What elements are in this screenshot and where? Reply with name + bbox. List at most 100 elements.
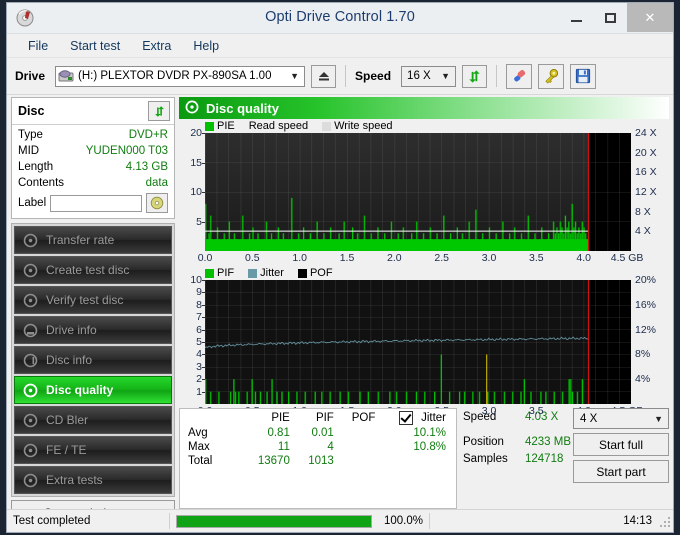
cell-pif: 1013: [308, 455, 334, 467]
y-axis-tick-right: 8 X: [635, 205, 651, 218]
y-axis-tick-left: 5: [196, 215, 202, 228]
test-controls: 4 X ▼ Start full Start part: [573, 408, 669, 509]
sidebar-item-label: Drive info: [46, 323, 97, 337]
pif-chart-legend: PIF Jitter POF: [179, 266, 669, 280]
column-header-jitter: Jitter: [421, 412, 446, 425]
legend-swatch: [205, 121, 214, 131]
sidebar-item-verify-test-disc[interactable]: Verify test disc: [14, 286, 172, 314]
y-axis-tick-right: 4%: [635, 373, 651, 386]
menu-item-start-test[interactable]: Start test: [59, 39, 131, 53]
refresh-button[interactable]: [462, 64, 488, 88]
x-axis-tick: 1.0: [292, 252, 307, 264]
speed-value: 16 X: [407, 70, 431, 82]
disc-icon: [23, 233, 38, 248]
sidebar-item-cd-bler[interactable]: CD Bler: [14, 406, 172, 434]
row-value: 4.13 GB: [125, 161, 168, 173]
menu-item-file[interactable]: File: [17, 39, 59, 53]
column-header-pie: PIE: [271, 412, 290, 424]
progress-bar: [176, 514, 372, 528]
progress-cell: [170, 510, 378, 532]
status-bar: Test completed 100.0% 14:13: [7, 509, 673, 532]
info-key: Speed: [463, 410, 497, 423]
disc-label-row: Label: [18, 192, 168, 214]
label-input[interactable]: [50, 194, 143, 212]
start-part-button[interactable]: Start part: [573, 460, 669, 483]
disc-quality-icon: [185, 100, 199, 117]
sidebar-item-disc-quality[interactable]: Disc quality: [14, 376, 172, 404]
sidebar-item-create-test-disc[interactable]: Create test disc: [14, 256, 172, 284]
sidebar-item-label: Transfer rate: [46, 233, 115, 247]
jitter-checkbox[interactable]: [398, 411, 413, 425]
pie-plot-area: [205, 133, 631, 251]
disc-info-icon: [23, 353, 38, 368]
sidebar-item-label: CD Bler: [46, 413, 89, 427]
start-full-button[interactable]: Start full: [573, 433, 669, 456]
disc-label-button[interactable]: [145, 193, 168, 213]
disc-quality-header: Disc quality: [179, 97, 669, 119]
sidebar-item-transfer-rate[interactable]: Transfer rate: [14, 226, 172, 254]
disc-refresh-button[interactable]: [148, 101, 170, 121]
legend-label: PIE: [217, 120, 235, 132]
info-key: Samples: [463, 452, 508, 465]
info-row-samples: Samples 124718: [463, 450, 573, 467]
close-button[interactable]: ✕: [627, 3, 673, 32]
info-value: 4.03 X: [525, 410, 559, 423]
sidebar-item-label: Disc info: [46, 353, 93, 367]
status-message: Test completed: [13, 515, 91, 527]
right-column: Disc quality PIE Read speed Write speed: [177, 95, 673, 509]
x-axis-tick: 1.5: [339, 252, 355, 264]
test-speed-select[interactable]: 4 X ▼: [573, 408, 669, 429]
sidebar-item-fe-te[interactable]: FE / TE: [14, 436, 172, 464]
legend-item-read-speed: Read speed: [249, 120, 308, 132]
test-speed-value: 4 X: [580, 412, 598, 425]
menu-bar: File Start test Extra Help: [7, 34, 673, 58]
y-axis-tick-right: 12%: [635, 323, 657, 336]
statistics-table: PIE PIF POF Jitter Avg 0.81 0.01 10.1% M…: [180, 409, 456, 468]
disc-write-icon: [23, 263, 38, 278]
maximize-button[interactable]: [593, 3, 627, 32]
x-axis-tick: 4.5 GB: [610, 252, 644, 264]
row-key: MID: [18, 145, 40, 157]
drive-select[interactable]: (H:) PLEXTOR DVDR PX-890SA 1.00 ▼: [55, 65, 306, 87]
row-key: Contents: [18, 177, 65, 189]
y-axis-tick-left: 1: [196, 385, 202, 398]
row-label: Max: [188, 441, 210, 453]
cd-icon: [150, 196, 164, 210]
key-button[interactable]: [538, 63, 565, 89]
eject-icon: [318, 72, 329, 81]
legend-label: Jitter: [260, 267, 284, 279]
x-axis-tick: 4.0: [576, 252, 591, 264]
minimize-button[interactable]: [559, 3, 593, 32]
sidebar-item-drive-info[interactable]: Drive info: [14, 316, 172, 344]
status-time: 14:13: [623, 515, 652, 527]
y-axis-tick-left: 5: [196, 336, 202, 348]
disc-row-length: Length 4.13 GB: [18, 159, 168, 175]
label-key: Label: [18, 197, 47, 209]
eraser-icon: [513, 69, 525, 82]
window-controls: ✕: [559, 3, 673, 32]
y-axis-tick-left: 9: [196, 286, 202, 299]
resize-grip[interactable]: [658, 515, 670, 527]
eraser-button[interactable]: [506, 63, 533, 89]
chevron-down-icon: ▼: [441, 71, 451, 81]
menu-item-extra[interactable]: Extra: [131, 39, 182, 53]
cell-jitter: 10.1%: [413, 427, 446, 439]
cell-pie: 13670: [257, 455, 290, 467]
table-header-row: PIE PIF POF Jitter: [180, 409, 456, 426]
speed-select[interactable]: 16 X ▼: [401, 65, 457, 87]
info-row-speed: Speed 4.03 X: [463, 408, 573, 425]
page-title: Disc quality: [206, 100, 279, 116]
legend-swatch: [205, 268, 214, 278]
row-key: Length: [18, 161, 54, 173]
y-axis-tick-right: 8%: [635, 348, 651, 361]
x-axis-tick: 2.5: [434, 252, 449, 264]
disc-row-type: Type DVD+R: [18, 127, 168, 143]
sidebar-item-disc-info[interactable]: Disc info: [14, 346, 172, 374]
sidebar-buttons: Transfer rate Create test disc Verify te…: [11, 223, 175, 497]
y-axis-tick-left: 3: [196, 360, 202, 373]
legend-item-jitter: Jitter: [248, 267, 284, 279]
menu-item-help[interactable]: Help: [182, 39, 230, 53]
eject-button[interactable]: [311, 64, 337, 88]
sidebar-item-extra-tests[interactable]: Extra tests: [14, 466, 172, 494]
save-button[interactable]: [570, 63, 597, 89]
